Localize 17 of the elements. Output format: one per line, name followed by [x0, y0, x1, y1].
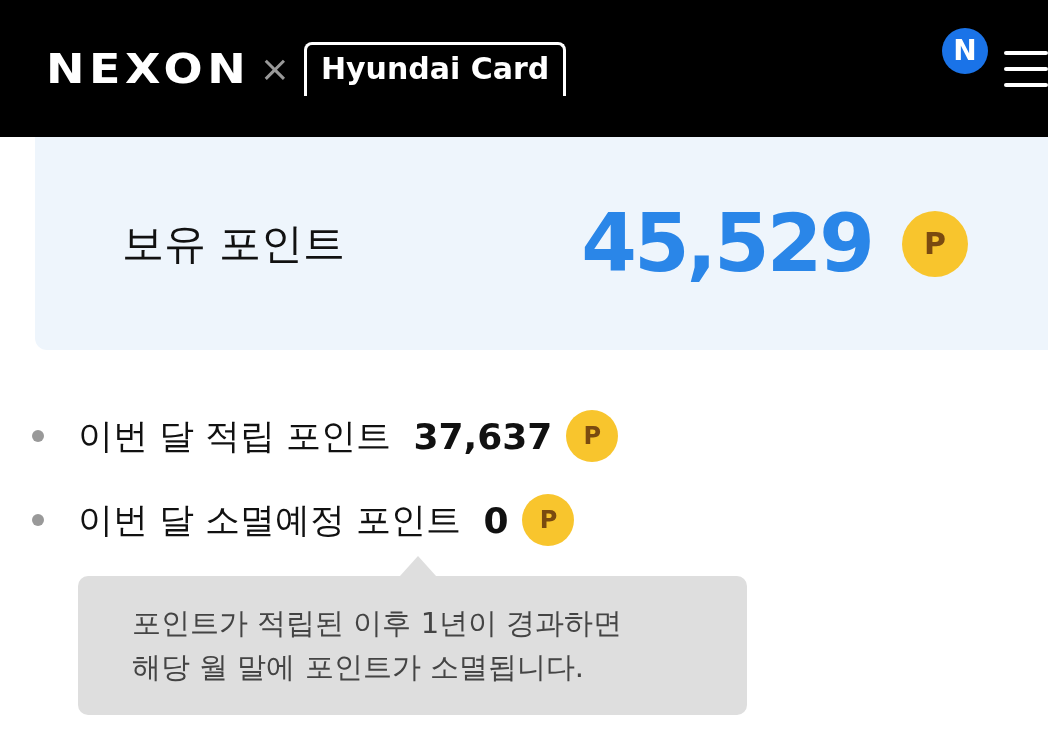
point-coin-icon: P	[902, 210, 968, 277]
point-coin-icon: P	[522, 494, 575, 546]
brand-logo[interactable]: NEXON	[46, 45, 251, 92]
stat-value: 0	[483, 499, 509, 541]
partner-logo: Hyundai Card	[303, 41, 567, 96]
tooltip: 포인트가 적립된 이후 1년이 경과하면 해당 월 말에 포인트가 소멸됩니다.	[78, 576, 747, 715]
bullet-icon	[32, 430, 44, 442]
point-coin-icon: P	[566, 410, 619, 462]
bullet-icon	[32, 514, 44, 526]
separator: ×	[259, 48, 290, 89]
stat-label: 이번 달 적립 포인트	[78, 414, 392, 458]
menu-icon[interactable]	[1002, 48, 1048, 89]
stat-value: 37,637	[413, 415, 553, 457]
balance-value: 45,529	[581, 197, 872, 290]
stat-label: 이번 달 소멸예정 포인트	[78, 498, 462, 542]
balance-label: 보유 포인트	[122, 217, 347, 270]
user-avatar[interactable]: N	[942, 27, 988, 74]
